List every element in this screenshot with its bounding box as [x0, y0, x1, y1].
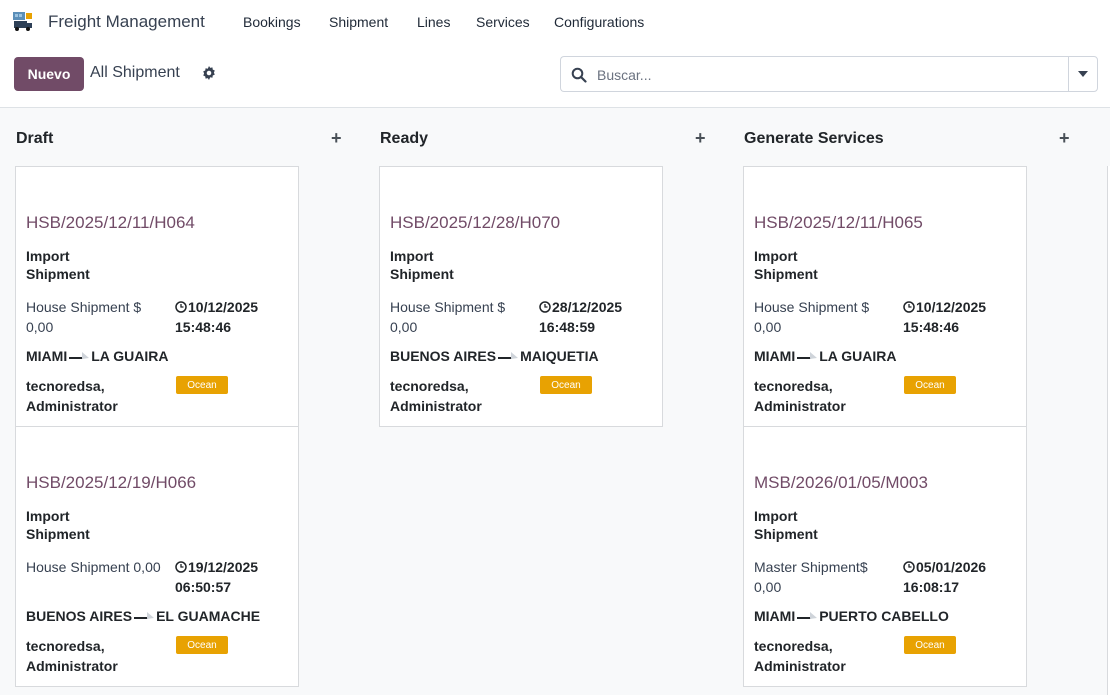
shipment-card[interactable]: MSB/2026/01/05/M003 Import Shipment Master… — [743, 426, 1027, 687]
shipment-reference[interactable]: HSB/2025/12/11/H064 — [26, 213, 195, 233]
shipment-date: 10/12/2025 15:48:46 — [903, 297, 1023, 337]
shipment-date-value: 28/12/2025 16:48:59 — [539, 299, 623, 335]
shipment-route: MIAMI LA GUAIRA — [754, 348, 896, 364]
shipment-date: 10/12/2025 15:48:46 — [175, 297, 295, 337]
arrow-right-icon — [69, 352, 90, 359]
arrow-right-icon — [797, 352, 818, 359]
clock-icon — [903, 561, 915, 573]
menu-bookings[interactable]: Bookings — [243, 14, 301, 30]
route-destination: MAIQUETIA — [520, 348, 599, 364]
clock-icon — [175, 301, 187, 313]
shipment-kind-amount: Master Shipment$ 0,00 — [754, 559, 868, 595]
assigned-user: tecnoredsa, Administrator — [26, 378, 118, 414]
menu-services[interactable]: Services — [476, 14, 530, 30]
shipment-date-value: 10/12/2025 15:48:46 — [903, 299, 987, 335]
route-origin: MIAMI — [26, 348, 68, 364]
freight-truck-icon[interactable] — [12, 10, 34, 32]
route-destination: LA GUAIRA — [819, 348, 897, 364]
arrow-right-icon — [498, 352, 519, 359]
caret-down-icon — [1078, 71, 1088, 77]
shipment-route: BUENOS AIRES EL GUAMACHE — [26, 608, 260, 624]
shipment-date: 19/12/2025 06:50:57 — [175, 557, 295, 597]
shipment-card[interactable]: HSB/2025/12/11/H065 Import Shipment House … — [743, 166, 1027, 427]
search-options-toggle[interactable] — [1068, 56, 1098, 92]
shipment-reference[interactable]: HSB/2025/12/11/H065 — [754, 213, 923, 233]
clock-icon — [903, 301, 915, 313]
assigned-user: tecnoredsa, Administrator — [754, 638, 846, 674]
new-button[interactable]: Nuevo — [14, 57, 84, 91]
shipment-kind-amount: House Shipment $ 0,00 — [754, 299, 870, 335]
transport-mode-tag: Ocean — [904, 636, 956, 654]
shipment-date-value: 19/12/2025 06:50:57 — [175, 559, 259, 595]
menu-lines[interactable]: Lines — [417, 14, 450, 30]
transport-mode-tag: Ocean — [540, 376, 592, 394]
assigned-user: tecnoredsa, Administrator — [390, 378, 482, 414]
column-title-ready[interactable]: Ready — [380, 130, 428, 148]
shipment-date: 28/12/2025 16:48:59 — [539, 297, 659, 337]
route-destination: EL GUAMACHE — [156, 608, 261, 624]
search-icon — [571, 67, 587, 83]
route-origin: BUENOS AIRES — [26, 608, 133, 624]
shipment-reference[interactable]: MSB/2026/01/05/M003 — [754, 473, 928, 493]
assigned-user: tecnoredsa, Administrator — [754, 378, 846, 414]
shipment-date-value: 10/12/2025 15:48:46 — [175, 299, 259, 335]
assigned-user: tecnoredsa, Administrator — [26, 638, 118, 674]
gear-icon[interactable] — [202, 66, 216, 80]
column-title-draft[interactable]: Draft — [16, 130, 53, 148]
shipment-date: 05/01/2026 16:08:17 — [903, 557, 1023, 597]
column-title-generate-services[interactable]: Generate Services — [744, 130, 884, 148]
route-origin: BUENOS AIRES — [390, 348, 497, 364]
transport-mode-tag: Ocean — [176, 636, 228, 654]
top-navbar: Freight Management Bookings Shipment Lin… — [0, 0, 1110, 44]
arrow-right-icon — [797, 612, 818, 619]
shipment-reference[interactable]: HSB/2025/12/19/H066 — [26, 473, 196, 493]
clock-icon — [175, 561, 187, 573]
shipment-kind-amount: House Shipment $ 0,00 — [26, 299, 142, 335]
add-card-button-ready[interactable]: + — [695, 128, 706, 149]
shipment-type: Import Shipment — [754, 508, 818, 542]
shipment-route: MIAMI LA GUAIRA — [26, 348, 168, 364]
shipment-type: Import Shipment — [26, 248, 90, 282]
shipment-type: Import Shipment — [26, 508, 90, 542]
shipment-type: Import Shipment — [754, 248, 818, 282]
search-bar — [560, 56, 1069, 92]
menu-shipment[interactable]: Shipment — [329, 14, 388, 30]
clock-icon — [539, 301, 551, 313]
route-origin: MIAMI — [754, 348, 796, 364]
menu-configurations[interactable]: Configurations — [554, 14, 644, 30]
transport-mode-tag: Ocean — [904, 376, 956, 394]
route-origin: MIAMI — [754, 608, 796, 624]
route-destination: PUERTO CABELLO — [819, 608, 949, 624]
arrow-right-icon — [134, 612, 155, 619]
shipment-card[interactable]: HSB/2025/12/11/H064 Import Shipment House … — [15, 166, 299, 427]
search-input[interactable] — [597, 64, 1057, 86]
shipment-route: BUENOS AIRES MAIQUETIA — [390, 348, 599, 364]
app-title[interactable]: Freight Management — [48, 12, 205, 32]
route-destination: LA GUAIRA — [91, 348, 169, 364]
add-card-button-draft[interactable]: + — [331, 128, 342, 149]
shipment-kind-amount: House Shipment $ 0,00 — [390, 299, 506, 335]
shipment-route: MIAMI PUERTO CABELLO — [754, 608, 949, 624]
shipment-kind-amount: House Shipment 0,00 — [26, 559, 161, 575]
add-card-button-generate-services[interactable]: + — [1059, 128, 1070, 149]
shipment-card[interactable]: HSB/2025/12/28/H070 Import Shipment House … — [379, 166, 663, 427]
breadcrumb: All Shipment — [90, 64, 180, 81]
shipment-card[interactable]: HSB/2025/12/19/H066 Import Shipment House … — [15, 426, 299, 687]
shipment-type: Import Shipment — [390, 248, 454, 282]
shipment-reference[interactable]: HSB/2025/12/28/H070 — [390, 213, 560, 233]
shipment-date-value: 05/01/2026 16:08:17 — [903, 559, 987, 595]
transport-mode-tag: Ocean — [176, 376, 228, 394]
